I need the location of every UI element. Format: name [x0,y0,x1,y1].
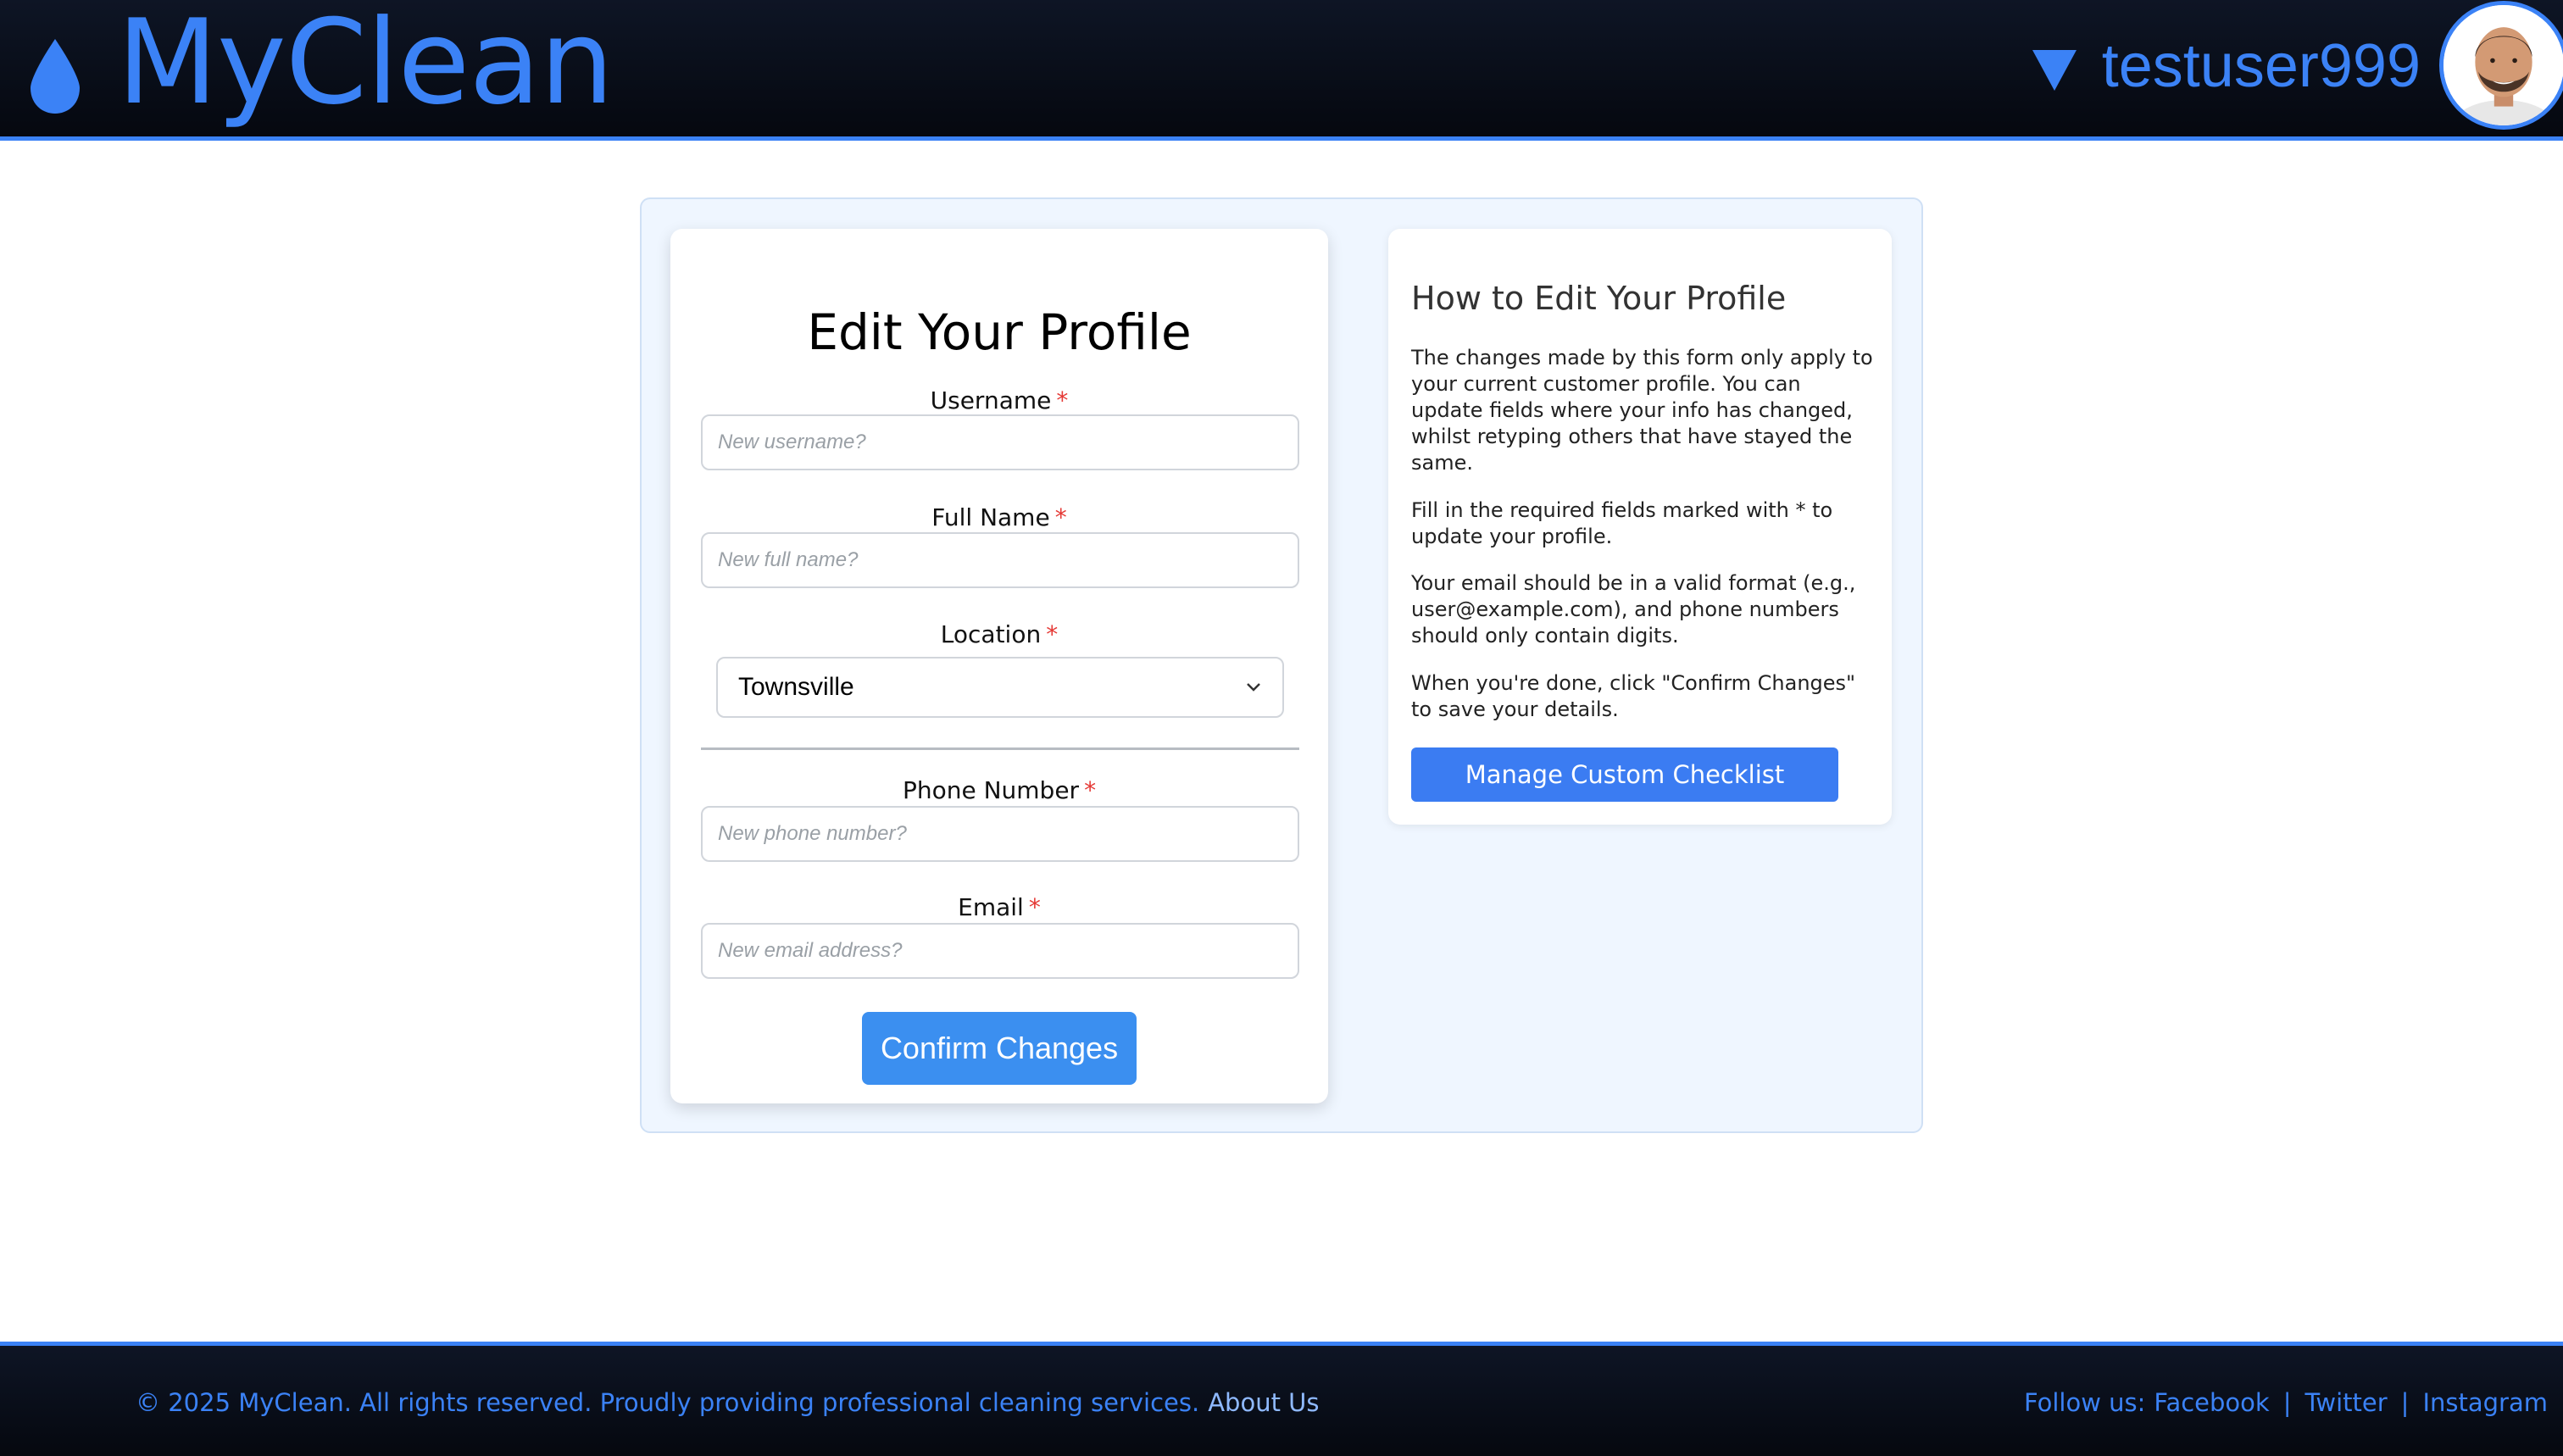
help-paragraph: Fill in the required fields marked with … [1411,498,1833,548]
username-label[interactable]: testuser999 [2102,31,2421,101]
avatar[interactable] [2439,1,2563,130]
location-selected-value: Townsville [738,673,854,701]
full-name-label: Full Name * [670,503,1328,531]
help-paragraph: Your email should be in a valid format (… [1411,571,1856,647]
caret-down-icon[interactable] [2031,48,2078,92]
full-name-input[interactable] [701,532,1299,588]
manage-checklist-button[interactable]: Manage Custom Checklist [1411,747,1838,802]
help-paragraph: The changes made by this form only apply… [1411,346,1873,475]
confirm-changes-button[interactable]: Confirm Changes [862,1012,1137,1085]
instagram-link[interactable]: Instagram [2422,1388,2548,1417]
footer-copyright: © 2025 MyClean. All rights reserved. Pro… [136,1388,1320,1417]
required-mark: * [1056,386,1069,414]
location-select[interactable]: Townsville [716,657,1284,718]
social-links: Follow us: Facebook | Twitter | Instagra… [2024,1388,2548,1417]
email-label: Email * [670,893,1328,921]
footer: © 2025 MyClean. All rights reserved. Pro… [0,1342,2563,1456]
top-navbar: MyClean testuser999 [0,0,2563,141]
about-us-link[interactable]: About Us [1208,1388,1319,1417]
brand-name: MyClean [117,0,614,131]
phone-label: Phone Number * [670,776,1328,804]
username-input[interactable] [701,414,1299,470]
avatar-image [2443,5,2563,125]
brand-logo[interactable]: MyClean [27,0,614,136]
water-drop-icon [31,39,80,114]
email-label-text: Email [958,893,1024,921]
required-mark: * [1046,620,1059,648]
form-divider [701,747,1299,750]
link-separator: | [2282,1388,2292,1417]
location-label: Location * [670,620,1328,648]
user-menu[interactable]: testuser999 [2031,0,2563,136]
help-title: How to Edit Your Profile [1411,280,1787,317]
help-paragraph: When you're done, click "Confirm Changes… [1411,671,1856,721]
copyright-text: © 2025 MyClean. All rights reserved. Pro… [136,1388,1200,1417]
full-name-label-text: Full Name [931,503,1050,531]
required-mark: * [1084,776,1097,804]
phone-label-text: Phone Number [902,776,1080,804]
username-label-text: Username [930,386,1052,414]
form-title: Edit Your Profile [807,303,1192,361]
email-input[interactable] [701,923,1299,979]
facebook-link[interactable]: Facebook [2154,1388,2269,1417]
edit-profile-form: Edit Your Profile Username* Full Name* L… [670,229,1328,1103]
required-mark: * [1028,893,1041,921]
link-separator: | [2400,1388,2410,1417]
help-card: How to Edit Your Profile The changes mad… [1388,229,1892,825]
required-mark: * [1054,503,1067,531]
chevron-down-icon [1247,683,1260,692]
username-label: Username * [670,386,1328,414]
phone-input[interactable] [701,806,1299,862]
twitter-link[interactable]: Twitter [2304,1388,2387,1417]
follow-us-label: Follow us: [2023,1388,2146,1417]
location-label-text: Location [940,620,1042,648]
